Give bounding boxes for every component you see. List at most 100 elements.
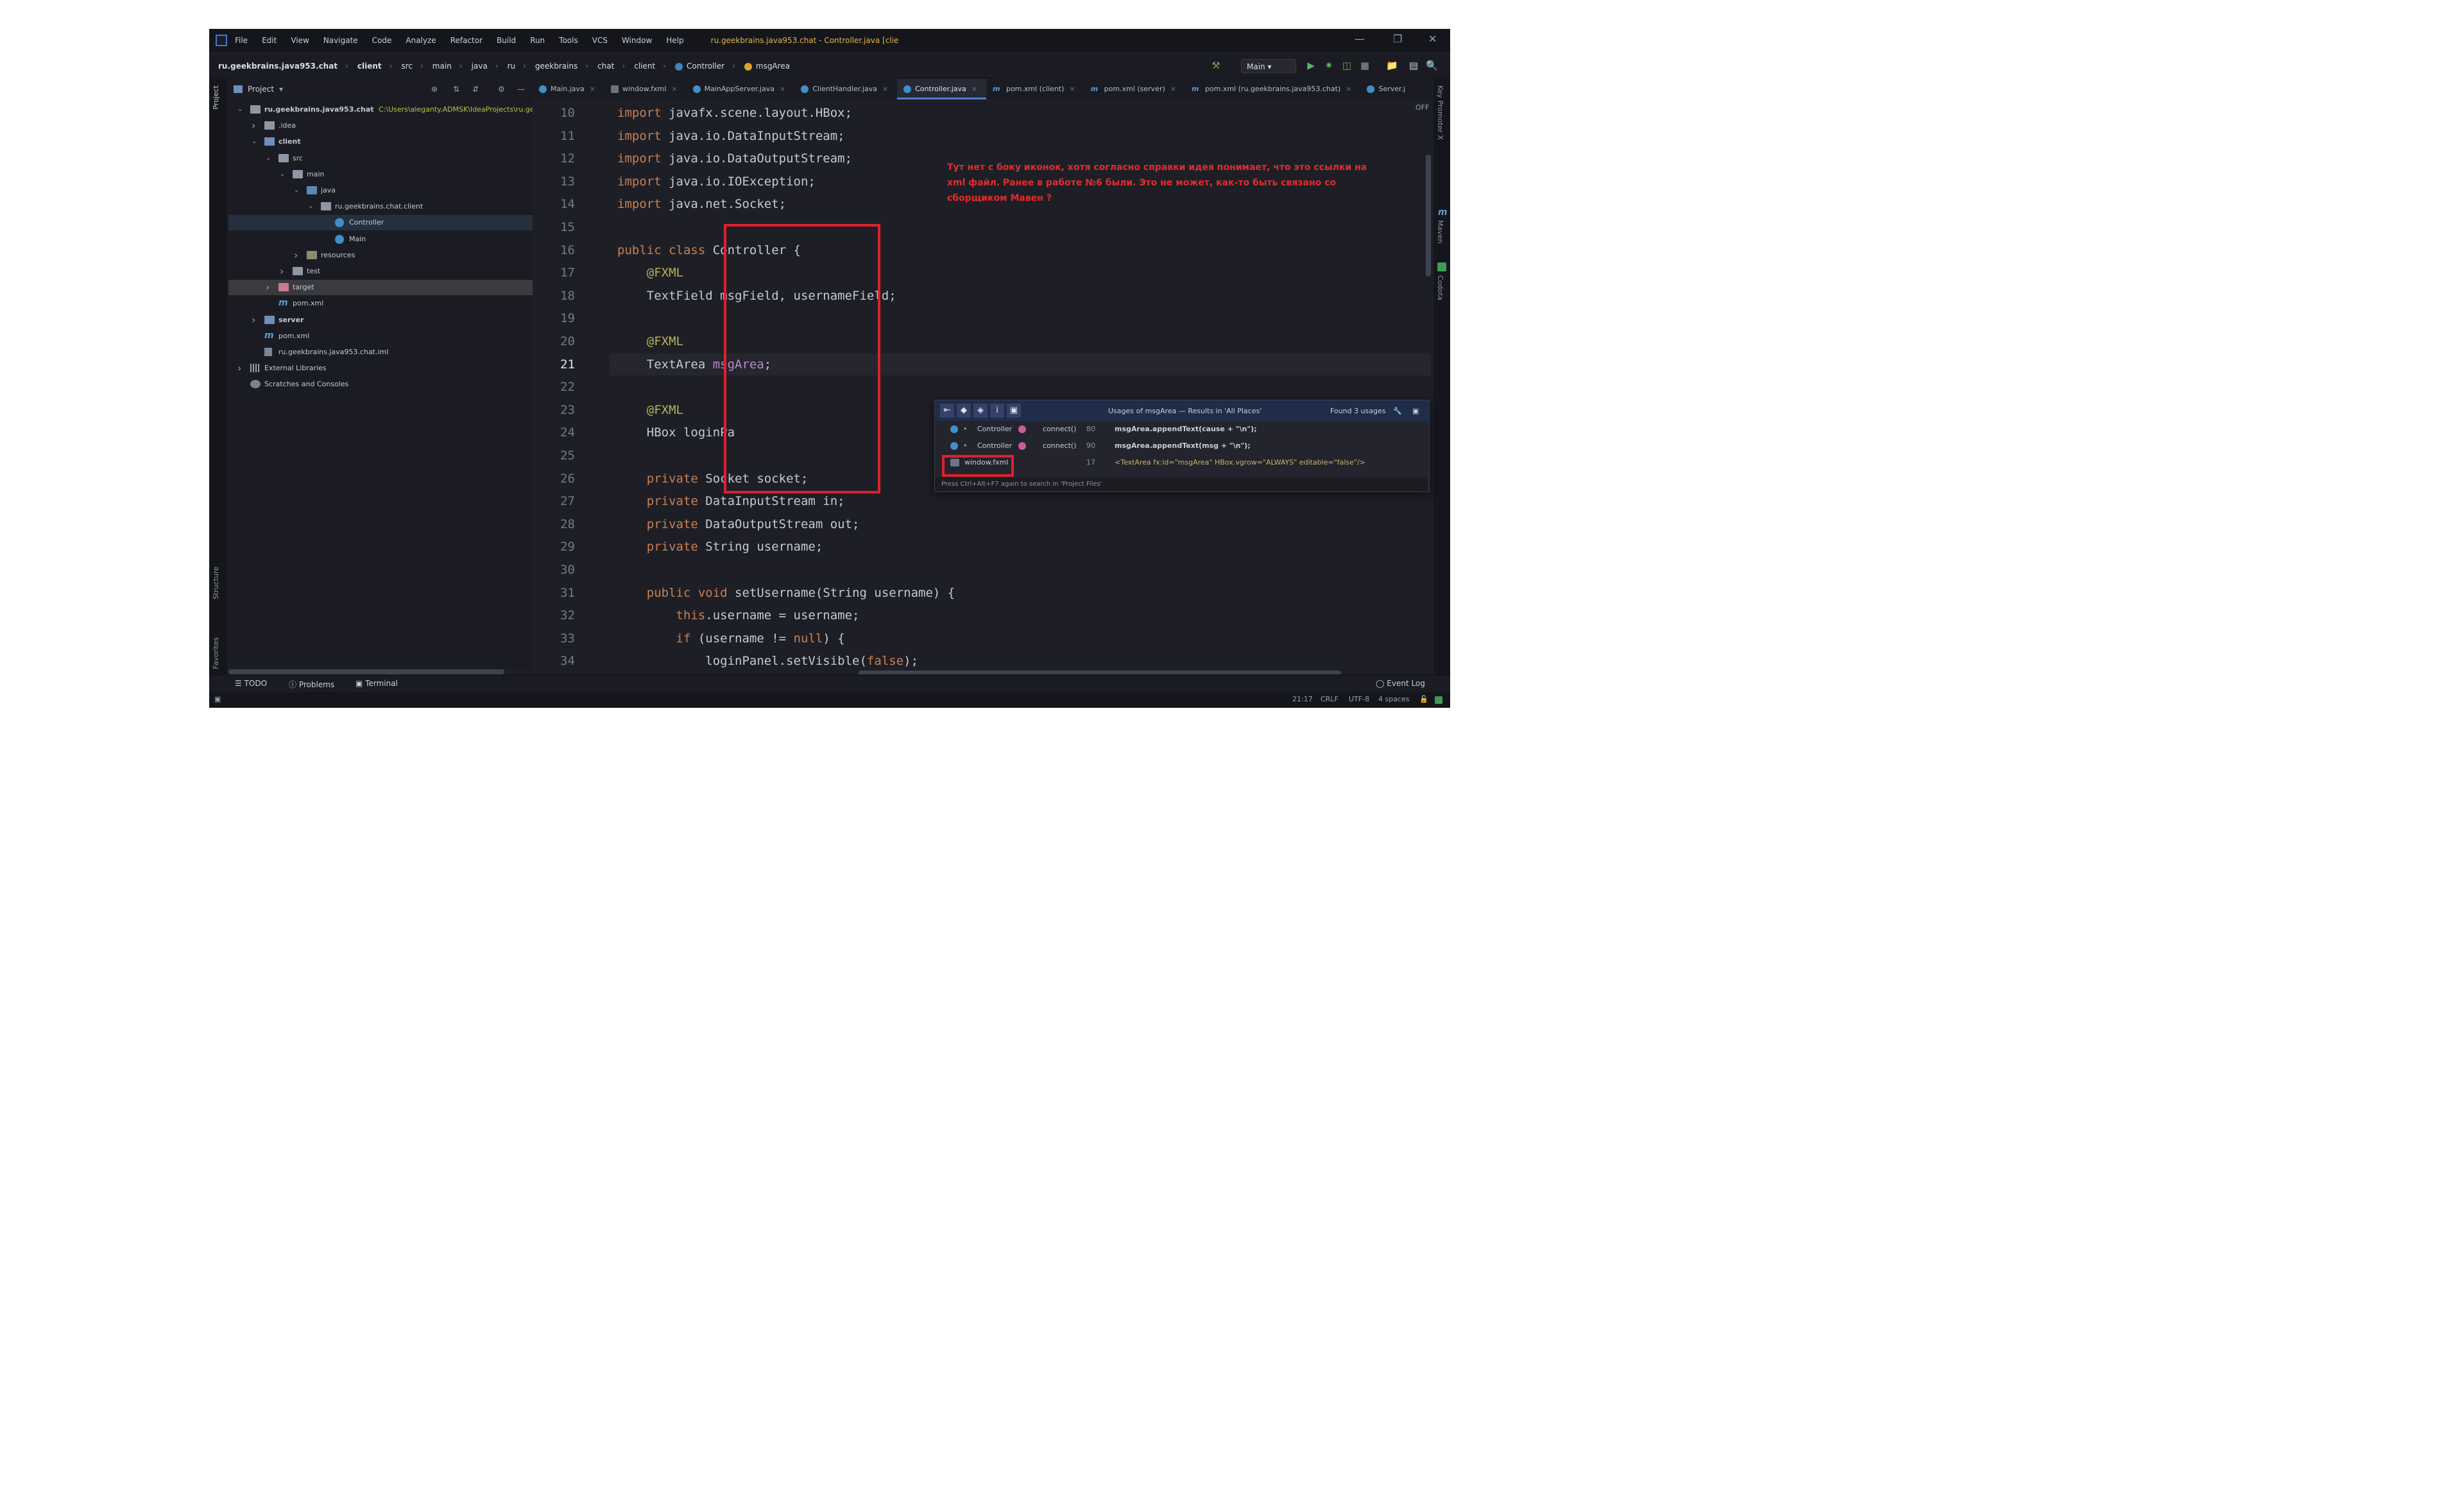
- indent-setting[interactable]: 4 spaces: [1378, 695, 1410, 703]
- tree-item[interactable]: ⌄ main: [228, 167, 533, 182]
- editor-vertical-scrollbar[interactable]: [1426, 155, 1431, 277]
- tab-pom-client[interactable]: m pom.xml (client) ×: [986, 79, 1084, 99]
- debug-icon[interactable]: ✷: [1323, 60, 1335, 71]
- menu-tools[interactable]: Tools: [559, 36, 578, 45]
- chevron-down-icon[interactable]: ⌄: [294, 183, 299, 198]
- code-line[interactable]: import java.io.DataOutputStream;: [617, 151, 852, 166]
- key-promoter-tool-button[interactable]: Key Promoter X: [1436, 85, 1444, 140]
- close-tab-icon[interactable]: ×: [1346, 85, 1351, 93]
- codota-tool-button[interactable]: Codota: [1436, 275, 1444, 300]
- breadcrumb-chat[interactable]: chat: [597, 62, 614, 71]
- project-structure-icon[interactable]: 📁: [1386, 60, 1398, 71]
- chevron-right-icon[interactable]: ›: [252, 313, 255, 328]
- usage-row[interactable]: • Controller connect() 80 msgArea.append…: [935, 421, 1428, 438]
- line-separator[interactable]: CRLF: [1321, 695, 1339, 703]
- menu-run[interactable]: Run: [530, 36, 545, 45]
- tab-main-java[interactable]: Main.java ×: [533, 79, 604, 99]
- chevron-down-icon[interactable]: ⌄: [266, 151, 271, 166]
- expand-all-icon[interactable]: ⇅: [453, 85, 459, 94]
- code-line[interactable]: public void setUsername(String username)…: [617, 586, 955, 600]
- chevron-down-icon[interactable]: ⌄: [308, 199, 313, 214]
- merge-usages-icon[interactable]: ⇤: [940, 404, 954, 418]
- breadcrumb-project[interactable]: ru.geekbrains.java953.chat: [218, 62, 338, 71]
- pin-to-window-icon[interactable]: ▣: [1412, 407, 1419, 415]
- close-tab-icon[interactable]: ×: [1069, 85, 1075, 93]
- chevron-down-icon[interactable]: ⌄: [252, 134, 257, 150]
- collapse-all-icon[interactable]: ⇵: [472, 85, 479, 94]
- show-write-access-icon[interactable]: ◈: [973, 404, 988, 418]
- todo-tool-button[interactable]: ☰ TODO: [235, 679, 267, 688]
- breadcrumb-client-pkg[interactable]: client: [634, 62, 655, 71]
- menu-vcs[interactable]: VCS: [592, 36, 608, 45]
- code-line[interactable]: import java.io.DataInputStream;: [617, 129, 845, 143]
- project-tool-button[interactable]: Project: [212, 85, 220, 110]
- menu-analyze[interactable]: Analyze: [406, 36, 436, 45]
- menu-build[interactable]: Build: [497, 36, 516, 45]
- code-line[interactable]: @FXML: [617, 403, 683, 417]
- tab-pom-root[interactable]: m pom.xml (ru.geekbrains.java953.chat) ×: [1185, 79, 1360, 99]
- project-view-select[interactable]: Project: [248, 85, 274, 94]
- info-icon[interactable]: i: [990, 404, 1004, 418]
- code-line[interactable]: private DataInputStream in;: [617, 494, 845, 508]
- favorites-tool-button[interactable]: Favorites: [212, 637, 220, 669]
- tree-item[interactable]: ⌄ ru.geekbrains.chat.client: [228, 199, 533, 214]
- tab-server-java[interactable]: Server.j: [1360, 79, 1414, 99]
- chevron-down-icon[interactable]: ⌄: [280, 167, 285, 182]
- breadcrumb-msgarea[interactable]: msgArea: [744, 62, 790, 71]
- code-line[interactable]: @FXML: [617, 334, 683, 348]
- terminal-tool-button[interactable]: ▣ Terminal: [355, 679, 398, 688]
- tab-window-fxml[interactable]: window.fxml ×: [604, 79, 687, 99]
- menu-help[interactable]: Help: [666, 36, 683, 45]
- tree-item[interactable]: ⌄ client: [228, 134, 533, 150]
- close-icon[interactable]: ✕: [1428, 33, 1437, 45]
- breadcrumb-main[interactable]: main: [432, 62, 452, 71]
- tree-item[interactable]: m pom.xml: [228, 329, 533, 344]
- show-read-access-icon[interactable]: ◆: [957, 404, 971, 418]
- chevron-down-icon[interactable]: ▾: [279, 85, 283, 94]
- chevron-right-icon[interactable]: ›: [266, 280, 270, 295]
- tab-mainappserver-java[interactable]: MainAppServer.java ×: [687, 79, 795, 99]
- tree-item[interactable]: › resources: [228, 248, 533, 263]
- tree-item[interactable]: ru.geekbrains.java953.chat.iml: [228, 345, 533, 360]
- tree-item[interactable]: Controller: [228, 215, 533, 231]
- filter-icon[interactable]: ▣: [1007, 404, 1021, 418]
- codota-status-icon[interactable]: [1435, 696, 1442, 704]
- tab-controller-java[interactable]: Controller.java ×: [897, 79, 986, 99]
- menu-refactor[interactable]: Refactor: [450, 36, 483, 45]
- tree-item[interactable]: ⌄ java: [228, 183, 533, 198]
- restore-icon[interactable]: ❐: [1393, 33, 1402, 45]
- tree-item[interactable]: Main: [228, 232, 533, 247]
- close-tab-icon[interactable]: ×: [671, 85, 677, 93]
- close-tab-icon[interactable]: ×: [590, 85, 595, 93]
- tree-item[interactable]: m pom.xml: [228, 296, 533, 311]
- close-tab-icon[interactable]: ×: [882, 85, 888, 93]
- close-tab-icon[interactable]: ×: [1170, 85, 1176, 93]
- hide-panel-icon[interactable]: —: [517, 85, 525, 94]
- editor-gutter[interactable]: 10 11 12 13 14 15 16 17 18 19 20 21 22 23 24 25 26 27 28 29…: [533, 99, 610, 674]
- code-line[interactable]: import java.io.IOException;: [617, 175, 816, 189]
- file-encoding[interactable]: UTF-8: [1349, 695, 1369, 703]
- chevron-right-icon[interactable]: ›: [280, 264, 284, 279]
- run-configuration-select[interactable]: Main ▾: [1241, 59, 1296, 73]
- code-line[interactable]: if (username != null) {: [617, 631, 845, 646]
- menu-file[interactable]: File: [235, 36, 248, 45]
- tree-item[interactable]: › External Libraries: [228, 361, 533, 376]
- menu-code[interactable]: Code: [372, 36, 392, 45]
- menu-edit[interactable]: Edit: [262, 36, 277, 45]
- caret-position[interactable]: 21:17: [1292, 695, 1313, 703]
- code-line[interactable]: import javafx.scene.layout.HBox;: [617, 106, 852, 120]
- wrench-icon[interactable]: 🔧: [1393, 407, 1402, 415]
- structure-tool-button[interactable]: Structure: [212, 567, 220, 599]
- tab-clienthandler-java[interactable]: ClientHandler.java ×: [794, 79, 897, 99]
- code-line[interactable]: private DataOutputStream out;: [617, 517, 860, 531]
- lock-icon[interactable]: 🔓: [1419, 695, 1428, 703]
- menu-view[interactable]: View: [291, 36, 309, 45]
- project-horizontal-scrollbar[interactable]: [228, 669, 504, 674]
- toggle-tool-windows-icon[interactable]: ▣: [214, 695, 221, 703]
- tree-item[interactable]: › test: [228, 264, 533, 279]
- tree-item[interactable]: Scratches and Consoles: [228, 377, 533, 392]
- menu-window[interactable]: Window: [622, 36, 652, 45]
- breadcrumb-ru[interactable]: ru: [508, 62, 516, 71]
- stop-icon[interactable]: ■: [1359, 60, 1371, 71]
- menu-navigate[interactable]: Navigate: [323, 36, 358, 45]
